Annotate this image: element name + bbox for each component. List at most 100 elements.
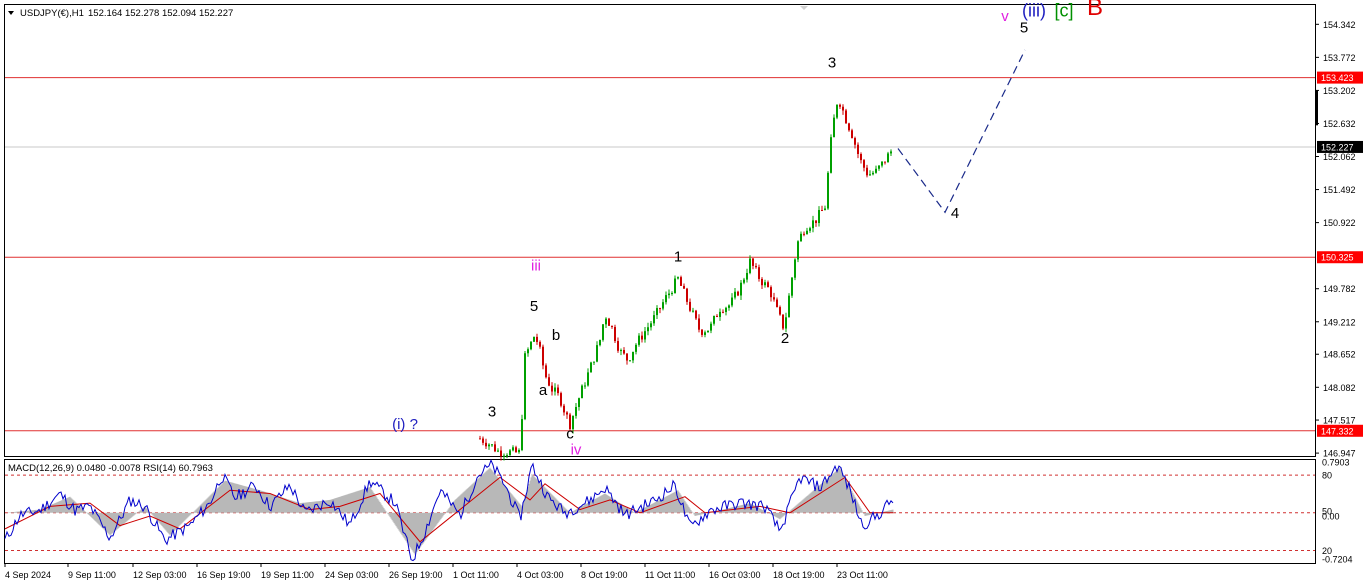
price-tick-label: 152.632: [1323, 119, 1356, 129]
candle-body: [734, 291, 736, 298]
candle-body: [650, 323, 652, 328]
candle-body: [740, 282, 742, 296]
candle-body: [620, 350, 622, 352]
candle-body: [845, 110, 847, 124]
candle-body: [881, 161, 883, 166]
candle-body: [698, 318, 700, 330]
wave-label: c: [566, 425, 574, 442]
candle-body: [488, 444, 490, 447]
candle-body: [710, 323, 712, 331]
candle-body: [482, 438, 484, 443]
candle-body: [722, 311, 724, 313]
candle-body: [803, 233, 805, 235]
candle-body: [887, 153, 889, 163]
price-tick-label: 149.212: [1323, 317, 1356, 327]
candle-body: [641, 335, 643, 340]
time-tick-label: 8 Oct 19:00: [581, 570, 628, 580]
time-tick-label: 9 Sep 11:00: [68, 570, 116, 580]
candle-body: [815, 220, 817, 224]
candle-body: [653, 315, 655, 324]
candle-body: [890, 151, 892, 154]
candle-body: [581, 385, 583, 399]
price-level-tag-label: 147.332: [1321, 426, 1354, 436]
candle-body: [785, 317, 787, 329]
candle-body: [611, 325, 613, 327]
candle-body: [527, 349, 529, 354]
wave-label: a: [539, 382, 548, 399]
candle-body: [686, 288, 688, 302]
time-tick-label: 18 Oct 19:00: [773, 570, 825, 580]
candle-body: [533, 336, 535, 342]
wave-label: 4: [951, 205, 959, 222]
candle-body: [713, 315, 715, 324]
candle-body: [866, 167, 868, 176]
wave-label: v: [1001, 8, 1009, 25]
wave-label: iv: [571, 442, 582, 459]
candle-body: [485, 442, 487, 447]
wave-label: 5: [1020, 20, 1028, 37]
candle-body: [818, 210, 820, 224]
candle-body: [518, 450, 520, 453]
time-tick-label: 24 Sep 03:00: [325, 570, 379, 580]
candle-body: [596, 345, 598, 362]
candle-body: [761, 278, 763, 286]
candle-body: [725, 307, 727, 313]
price-pane[interactable]: [4, 4, 1316, 457]
candle-body: [824, 208, 826, 211]
candle-body: [764, 282, 766, 286]
ohlc-values: 152.164 152.278 152.094 152.227: [88, 8, 233, 19]
time-tick-label: 23 Oct 11:00: [837, 570, 888, 580]
candle-body: [629, 360, 631, 362]
candle-body: [557, 387, 559, 394]
candle-body: [626, 353, 628, 361]
candle-body: [617, 341, 619, 351]
candle-body: [548, 377, 550, 386]
indicator-tick-label: -0.7204: [1322, 555, 1353, 565]
candle-body: [671, 293, 673, 295]
candle-body: [782, 314, 784, 329]
candle-body: [878, 165, 880, 169]
symbol-label: USDJPY(€),H1: [20, 8, 84, 19]
candle-body: [773, 297, 775, 300]
candle-body: [494, 444, 496, 452]
candle-body: [758, 267, 760, 279]
candle-body: [602, 324, 604, 340]
candle-body: [839, 104, 841, 107]
candle-body: [590, 362, 592, 373]
candle-body: [638, 335, 640, 345]
indicator-tick-label: 0.7903: [1322, 457, 1350, 467]
time-tick-label: 26 Sep 19:00: [389, 570, 443, 580]
candle-body: [599, 339, 601, 346]
price-tick-label: 149.782: [1323, 284, 1356, 294]
candle-body: [827, 172, 829, 209]
wave-label: 1: [674, 249, 682, 266]
candle-body: [584, 385, 586, 387]
candle-body: [563, 405, 565, 413]
time-axis: 4 Sep 2024 9 Sep 11:00 12 Sep 03:00 16 Sep …: [4, 563, 888, 580]
candle-body: [791, 277, 793, 296]
candle-body: [695, 310, 697, 319]
price-tick-label: 151.492: [1323, 185, 1356, 195]
candle-body: [755, 265, 757, 268]
candle-body: [659, 308, 661, 310]
time-tick-label: 16 Oct 03:00: [709, 570, 761, 580]
wave-label: 5: [530, 298, 538, 315]
candle-body: [707, 330, 709, 333]
candle-body: [608, 318, 610, 326]
wave-label: 2: [781, 330, 789, 347]
price-level-tag-label: 150.325: [1321, 253, 1354, 263]
time-tick-label: 1 Oct 11:00: [453, 570, 499, 580]
price-level-tag-label: 153.423: [1321, 73, 1354, 83]
candle-body: [701, 329, 703, 335]
candle-body: [497, 450, 499, 452]
price-tick-label: 148.082: [1323, 383, 1356, 393]
wave-label: 3: [488, 403, 496, 420]
time-tick-label: 19 Sep 11:00: [261, 570, 314, 580]
wave-label: (iii): [1022, 0, 1046, 20]
price-axis: 154.342 153.772 153.202 152.632 152.062 151.4…: [1315, 20, 1356, 459]
candle-body: [509, 450, 511, 456]
candle-body: [575, 406, 577, 416]
candle-body: [719, 311, 721, 317]
candle-body: [539, 341, 541, 347]
candle-body: [479, 438, 481, 440]
